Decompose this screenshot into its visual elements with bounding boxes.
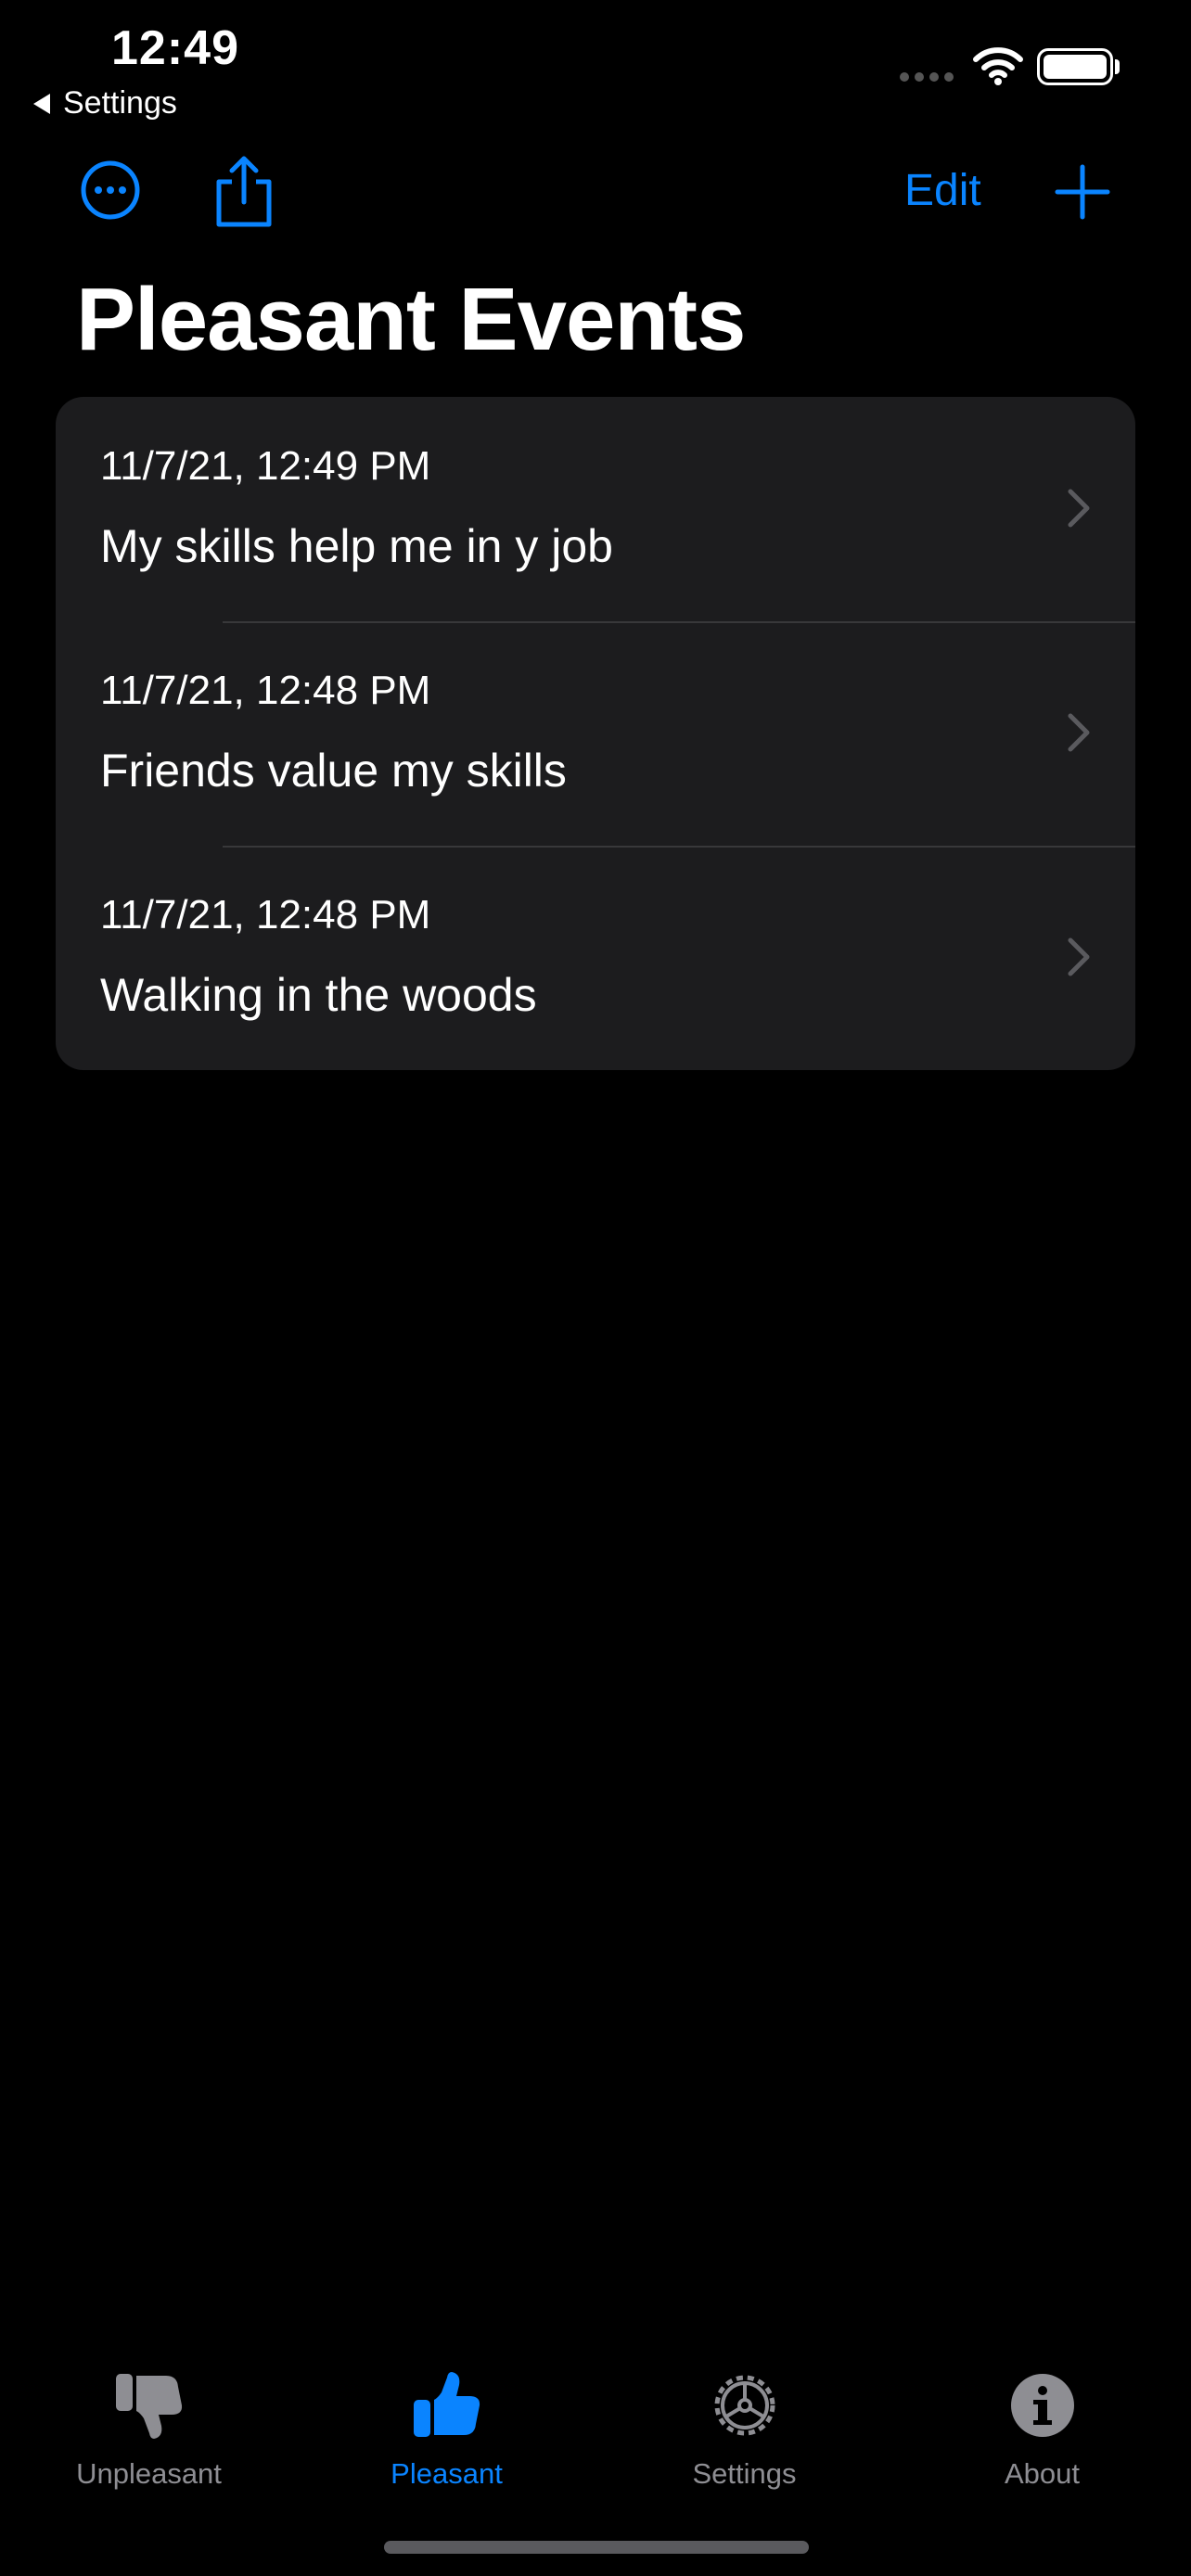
plus-icon[interactable] — [1054, 163, 1111, 221]
battery-tip — [1115, 59, 1120, 74]
chevron-right-icon — [1068, 489, 1090, 528]
share-icon[interactable] — [211, 154, 276, 228]
event-row[interactable]: 11/7/21, 12:48 PM Friends value my skill… — [56, 621, 1135, 846]
ellipsis-circle-icon[interactable] — [80, 159, 141, 221]
events-list: 11/7/21, 12:49 PM My skills help me in y… — [56, 397, 1135, 1070]
page-title: Pleasant Events — [76, 270, 746, 369]
home-indicator — [384, 2541, 809, 2554]
back-to-settings-link[interactable]: Settings — [33, 85, 177, 121]
thumbs-down-icon — [115, 2374, 182, 2439]
event-date: 11/7/21, 12:48 PM — [100, 892, 431, 937]
tab-pleasant[interactable]: Pleasant — [298, 2337, 596, 2491]
edit-button[interactable]: Edit — [904, 165, 981, 216]
wifi-icon — [973, 47, 1023, 85]
tab-label: Pleasant — [391, 2457, 503, 2490]
back-triangle-icon — [33, 93, 50, 114]
tab-label: Settings — [692, 2457, 797, 2490]
info-circle-icon — [1010, 2374, 1074, 2437]
event-title: Friends value my skills — [100, 745, 567, 797]
tab-label: Unpleasant — [76, 2457, 222, 2490]
event-date: 11/7/21, 12:48 PM — [100, 668, 431, 713]
gear-icon — [714, 2375, 775, 2436]
tab-unpleasant[interactable]: Unpleasant — [0, 2337, 298, 2491]
tab-label: About — [1004, 2457, 1080, 2490]
back-label: Settings — [63, 85, 177, 121]
event-row[interactable]: 11/7/21, 12:49 PM My skills help me in y… — [56, 397, 1135, 621]
status-time: 12:49 — [111, 21, 239, 75]
chevron-right-icon — [1068, 937, 1090, 976]
thumbs-up-icon — [413, 2372, 480, 2437]
tab-about[interactable]: About — [893, 2337, 1191, 2491]
battery-icon — [1037, 48, 1113, 85]
cellular-signal-icon — [900, 72, 954, 82]
event-date: 11/7/21, 12:49 PM — [100, 443, 431, 489]
tab-settings[interactable]: Settings — [596, 2337, 893, 2491]
event-title: Walking in the woods — [100, 969, 537, 1021]
event-row[interactable]: 11/7/21, 12:48 PM Walking in the woods — [56, 846, 1135, 1070]
event-title: My skills help me in y job — [100, 520, 613, 572]
chevron-right-icon — [1068, 713, 1090, 752]
